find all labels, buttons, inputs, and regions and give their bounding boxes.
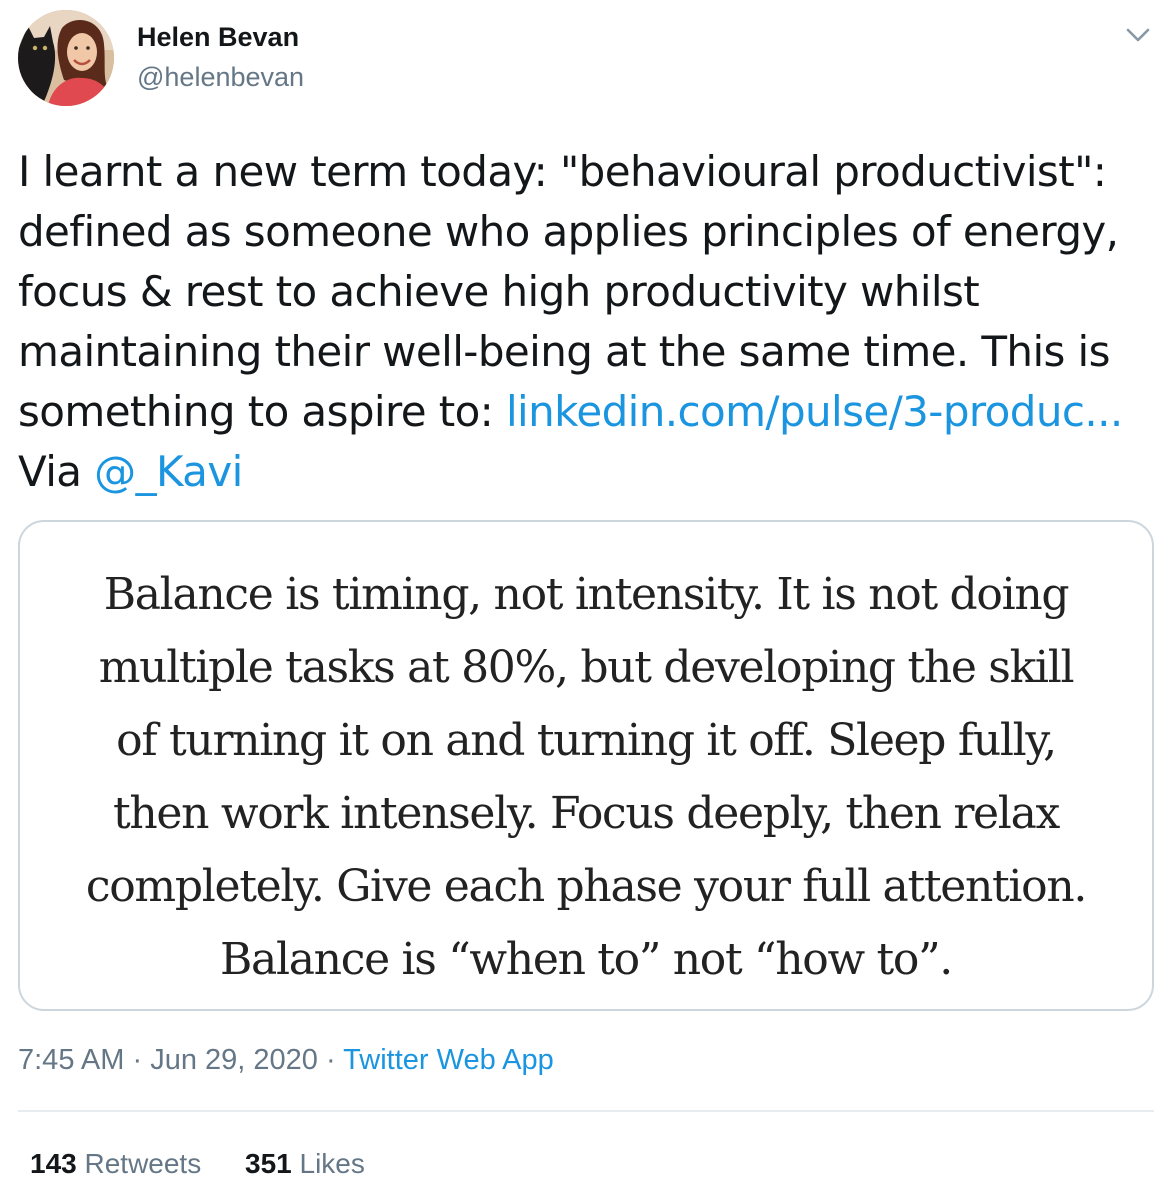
tweet-container: Helen Bevan @helenbevan I learnt a new t… <box>0 0 1174 1196</box>
retweets-label: Retweets <box>76 1148 202 1179</box>
tweet-date[interactable]: Jun 29, 2020 <box>150 1044 318 1076</box>
quote-line: completely. Give each phase your full at… <box>85 861 1088 912</box>
tweet-source-link[interactable]: Twitter Web App <box>343 1044 554 1076</box>
retweets-count: 143 <box>30 1148 77 1179</box>
mention-link[interactable]: @_Kavi <box>94 447 243 496</box>
tweet-time[interactable]: 7:45 AM <box>18 1044 124 1076</box>
author-handle[interactable]: @helenbevan <box>137 62 304 93</box>
attached-image[interactable]: Balance is timing, not intensity. It is … <box>18 520 1154 1011</box>
likes-count: 351 <box>245 1148 292 1179</box>
tweet-text-segment: Via <box>18 447 95 496</box>
avatar-photo-icon <box>18 10 114 106</box>
author-avatar[interactable] <box>18 10 114 106</box>
tweet-text-line: Via @_Kavi <box>18 442 1158 502</box>
retweets-stat[interactable]: 143 Retweets <box>30 1148 201 1180</box>
image-quote-text: Balance is timing, not intensity. It is … <box>20 558 1152 996</box>
tweet-text-segment: something to aspire to: <box>18 387 506 436</box>
chevron-down-icon <box>1126 28 1150 42</box>
divider <box>18 1110 1154 1112</box>
tweet-text-line: maintaining their well-being at the same… <box>18 327 1111 376</box>
tweet-text-line: something to aspire to: linkedin.com/pul… <box>18 382 1158 442</box>
engagement-stats: 143 Retweets 351 Likes <box>30 1148 401 1180</box>
quote-line: Balance is “when to” not “how to”. <box>220 934 953 985</box>
meta-separator: · <box>317 1044 344 1076</box>
quote-line: Balance is timing, not intensity. It is … <box>103 569 1070 620</box>
likes-stat[interactable]: 351 Likes <box>245 1148 365 1180</box>
tweet-metadata: 7:45 AM · Jun 29, 2020 · Twitter Web App <box>18 1044 554 1077</box>
tweet-text-line: defined as someone who applies principle… <box>18 207 1119 256</box>
quote-line: then work intensely. Focus deeply, then … <box>112 788 1060 839</box>
quote-line: of turning it on and turning it off. Sle… <box>116 715 1057 766</box>
more-options-button[interactable] <box>1122 20 1154 50</box>
article-link[interactable]: linkedin.com/pulse/3-produc... <box>506 387 1123 436</box>
author-display-name[interactable]: Helen Bevan <box>137 22 299 53</box>
tweet-text: I learnt a new term today: "behavioural … <box>18 142 1158 502</box>
tweet-text-line: I learnt a new term today: "behavioural … <box>18 147 1107 196</box>
likes-label: Likes <box>291 1148 365 1179</box>
tweet-text-line: focus & rest to achieve high productivit… <box>18 267 980 316</box>
quote-line: multiple tasks at 80%, but developing th… <box>98 642 1075 693</box>
meta-separator: · <box>124 1044 151 1076</box>
